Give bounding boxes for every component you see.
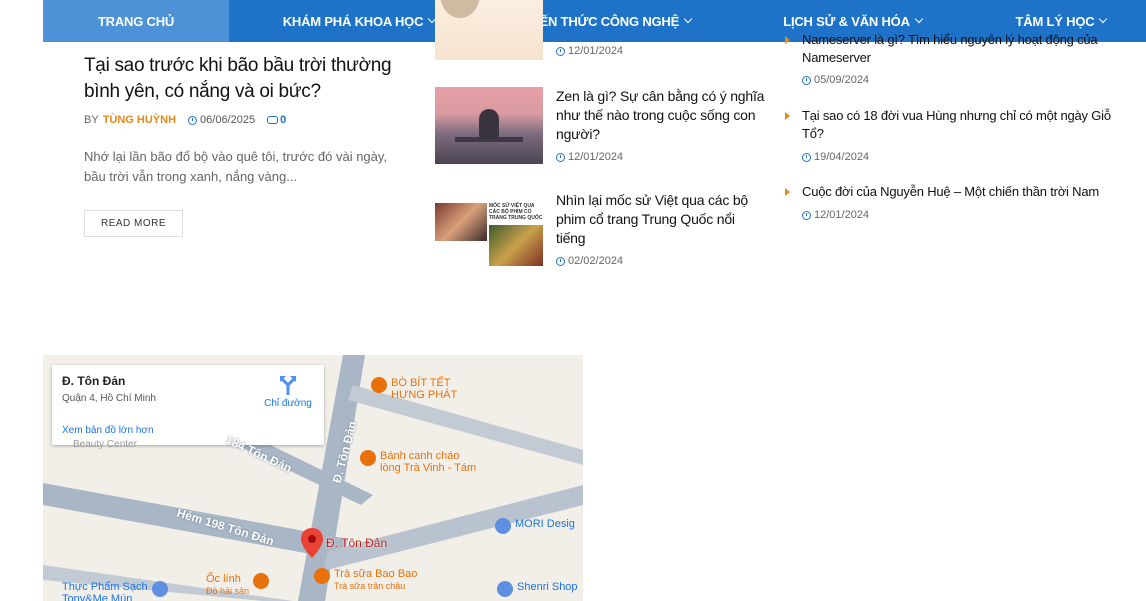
poi-label-line: lòng Trà Vinh - Tám xyxy=(380,462,477,474)
article-date: 06/06/2025 xyxy=(188,114,255,126)
chevron-down-icon xyxy=(683,14,693,24)
post-title[interactable]: Nhìn lại mốc sử Việt qua các bộ phim cổ … xyxy=(556,191,766,248)
date-text: 12/01/2024 xyxy=(568,45,624,57)
poi-label-line: Thực Phẩm Sạch xyxy=(62,581,148,593)
poi-label-line: Ốc lính xyxy=(206,573,241,585)
list-item-date: 05/09/2024 xyxy=(802,74,869,86)
poi-label-line: Đồ hải sản xyxy=(206,586,250,596)
map-poi[interactable]: Thực Phẩm Sạch Tony&Me Mún xyxy=(62,581,168,601)
shop-pin-icon xyxy=(497,581,513,597)
directions-label: Chỉ đường xyxy=(264,398,312,409)
clock-icon xyxy=(556,46,565,56)
date-text: 05/09/2024 xyxy=(814,74,870,86)
date-text: 06/06/2025 xyxy=(200,114,256,126)
bullet-icon xyxy=(785,36,790,44)
cafe-pin-icon xyxy=(314,568,330,584)
clock-icon xyxy=(802,75,811,85)
date-text: 19/04/2024 xyxy=(814,151,870,163)
nav-label: KHÁM PHÁ KHOA HỌC xyxy=(282,13,424,29)
clock-icon xyxy=(188,115,198,125)
list-item-date: 19/04/2024 xyxy=(802,151,869,163)
clock-icon xyxy=(802,152,811,162)
list-item-title[interactable]: Tại sao có 18 đời vua Hùng nhưng chỉ có … xyxy=(802,107,1112,143)
nav-label: KIẾN THỨC CÔNG NGHỆ xyxy=(526,13,680,29)
map-marker-icon[interactable] xyxy=(301,528,323,558)
map-poi[interactable]: BÒ BÍT TẾT HƯNG PHÁT xyxy=(371,377,457,401)
featured-article: Tại sao trước khi bão bầu trời thường bì… xyxy=(84,53,414,237)
view-larger-map-link[interactable]: Xem bản đồ lớn hơn xyxy=(62,425,154,436)
nav-home[interactable]: TRANG CHỦ xyxy=(43,0,229,42)
zen-meditation-image[interactable] xyxy=(435,87,543,164)
poi-label-line: Trà sữa trân châu xyxy=(334,581,406,591)
shopping-pin-icon xyxy=(151,581,168,597)
clock-icon xyxy=(556,152,565,162)
poi-label: Beauty Center xyxy=(73,439,137,450)
list-item-title[interactable]: Nameserver là gì? Tìm hiểu nguyên lý hoạ… xyxy=(802,31,1112,67)
article-meta: BY TÙNG HUỲNH 06/06/2025 0 xyxy=(84,114,414,126)
map-poi[interactable]: MORI Desig xyxy=(495,518,575,534)
date-text: 02/02/2024 xyxy=(568,255,624,267)
thumb-text: MỐC SỬ VIỆT QUA CÁC BỘ PHIM CỔ TRANG TRU… xyxy=(489,203,543,221)
post-date: 12/01/2024 xyxy=(556,45,623,57)
poi-label: BÒ BÍT TẾT HƯNG PHÁT xyxy=(391,377,458,401)
bullet-icon xyxy=(785,112,790,120)
map-poi[interactable]: Bánh canh cháo lòng Trà Vinh - Tám xyxy=(360,450,476,474)
post-date: 02/02/2024 xyxy=(556,255,623,267)
post-thumbnail[interactable] xyxy=(435,0,543,60)
poi-label-line: Tony&Me Mún xyxy=(62,593,133,601)
place-subtitle: Quận 4, Hồ Chí Minh xyxy=(62,393,156,404)
nav-label: LỊCH SỬ & VĂN HÓA xyxy=(783,13,910,29)
comment-count: 0 xyxy=(280,114,287,126)
map-poi[interactable]: Trà sữa Bao Bao Trà sữa trân châu xyxy=(314,568,417,592)
shop-pin-icon xyxy=(495,518,511,534)
nav-label: TRANG CHỦ xyxy=(97,13,175,29)
poi-label: Thực Phẩm Sạch Tony&Me Mún xyxy=(62,581,148,601)
historical-films-collage-image[interactable]: MỐC SỬ VIỆT QUA CÁC BỘ PHIM CỔ TRANG TRU… xyxy=(435,191,543,266)
chevron-down-icon xyxy=(914,14,924,24)
post-title[interactable]: Zen là gì? Sự cân bằng có ý nghĩa như th… xyxy=(556,87,766,144)
date-text: 12/01/2024 xyxy=(568,151,624,163)
article-excerpt: Nhớ lại lần bão đổ bộ vào quê tôi, trước… xyxy=(84,149,388,184)
directions-button[interactable]: Chỉ đường xyxy=(256,375,320,409)
nav-label: TÂM LÝ HỌC xyxy=(1015,13,1095,29)
map-poi[interactable]: Ốc lính Đồ hải sản xyxy=(206,573,270,597)
poi-label-line: Trà sữa Bao Bao xyxy=(334,568,418,580)
list-item-title[interactable]: Cuộc đời của Nguyễn Huệ – Một chiến thần… xyxy=(802,183,1112,201)
marker-label: Đ. Tôn Đản xyxy=(326,536,388,550)
clock-icon xyxy=(556,256,565,266)
restaurant-pin-icon xyxy=(253,573,270,589)
bullet-icon xyxy=(785,188,790,196)
list-item-date: 12/01/2024 xyxy=(802,209,869,221)
map-info-card: Đ. Tôn Đản Quận 4, Hồ Chí Minh Xem bản đ… xyxy=(52,365,324,445)
poi-label: Shenri Shop xyxy=(517,581,578,593)
map-poi[interactable]: Beauty Center xyxy=(73,439,137,451)
restaurant-pin-icon xyxy=(360,450,376,466)
directions-icon xyxy=(280,376,296,395)
read-more-button[interactable]: READ MORE xyxy=(84,210,184,237)
date-text: 12/01/2024 xyxy=(814,209,870,221)
article-title[interactable]: Tại sao trước khi bão bầu trời thường bì… xyxy=(84,53,414,105)
comments-link[interactable]: 0 xyxy=(267,114,286,126)
poi-label-line: Bánh canh cháo xyxy=(380,450,460,462)
comment-icon xyxy=(267,116,279,124)
by-label: BY xyxy=(84,114,99,126)
poi-label: Bánh canh cháo lòng Trà Vinh - Tám xyxy=(380,450,476,474)
chevron-down-icon xyxy=(1099,14,1108,24)
poi-label: Ốc lính Đồ hải sản xyxy=(206,573,249,597)
place-title: Đ. Tôn Đản xyxy=(62,374,126,388)
poi-label: Trà sữa Bao Bao Trà sữa trân châu xyxy=(334,568,417,592)
clock-icon xyxy=(802,210,811,220)
post-date: 12/01/2024 xyxy=(556,151,623,163)
map-poi[interactable]: Shenri Shop xyxy=(497,581,578,597)
restaurant-pin-icon xyxy=(371,377,387,393)
embedded-map[interactable]: Đ. Tôn Đản Quận 4, Hồ Chí Minh Xem bản đ… xyxy=(43,355,583,601)
author-link[interactable]: TÙNG HUỲNH xyxy=(103,114,176,126)
poi-label: MORI Desig xyxy=(515,518,575,530)
